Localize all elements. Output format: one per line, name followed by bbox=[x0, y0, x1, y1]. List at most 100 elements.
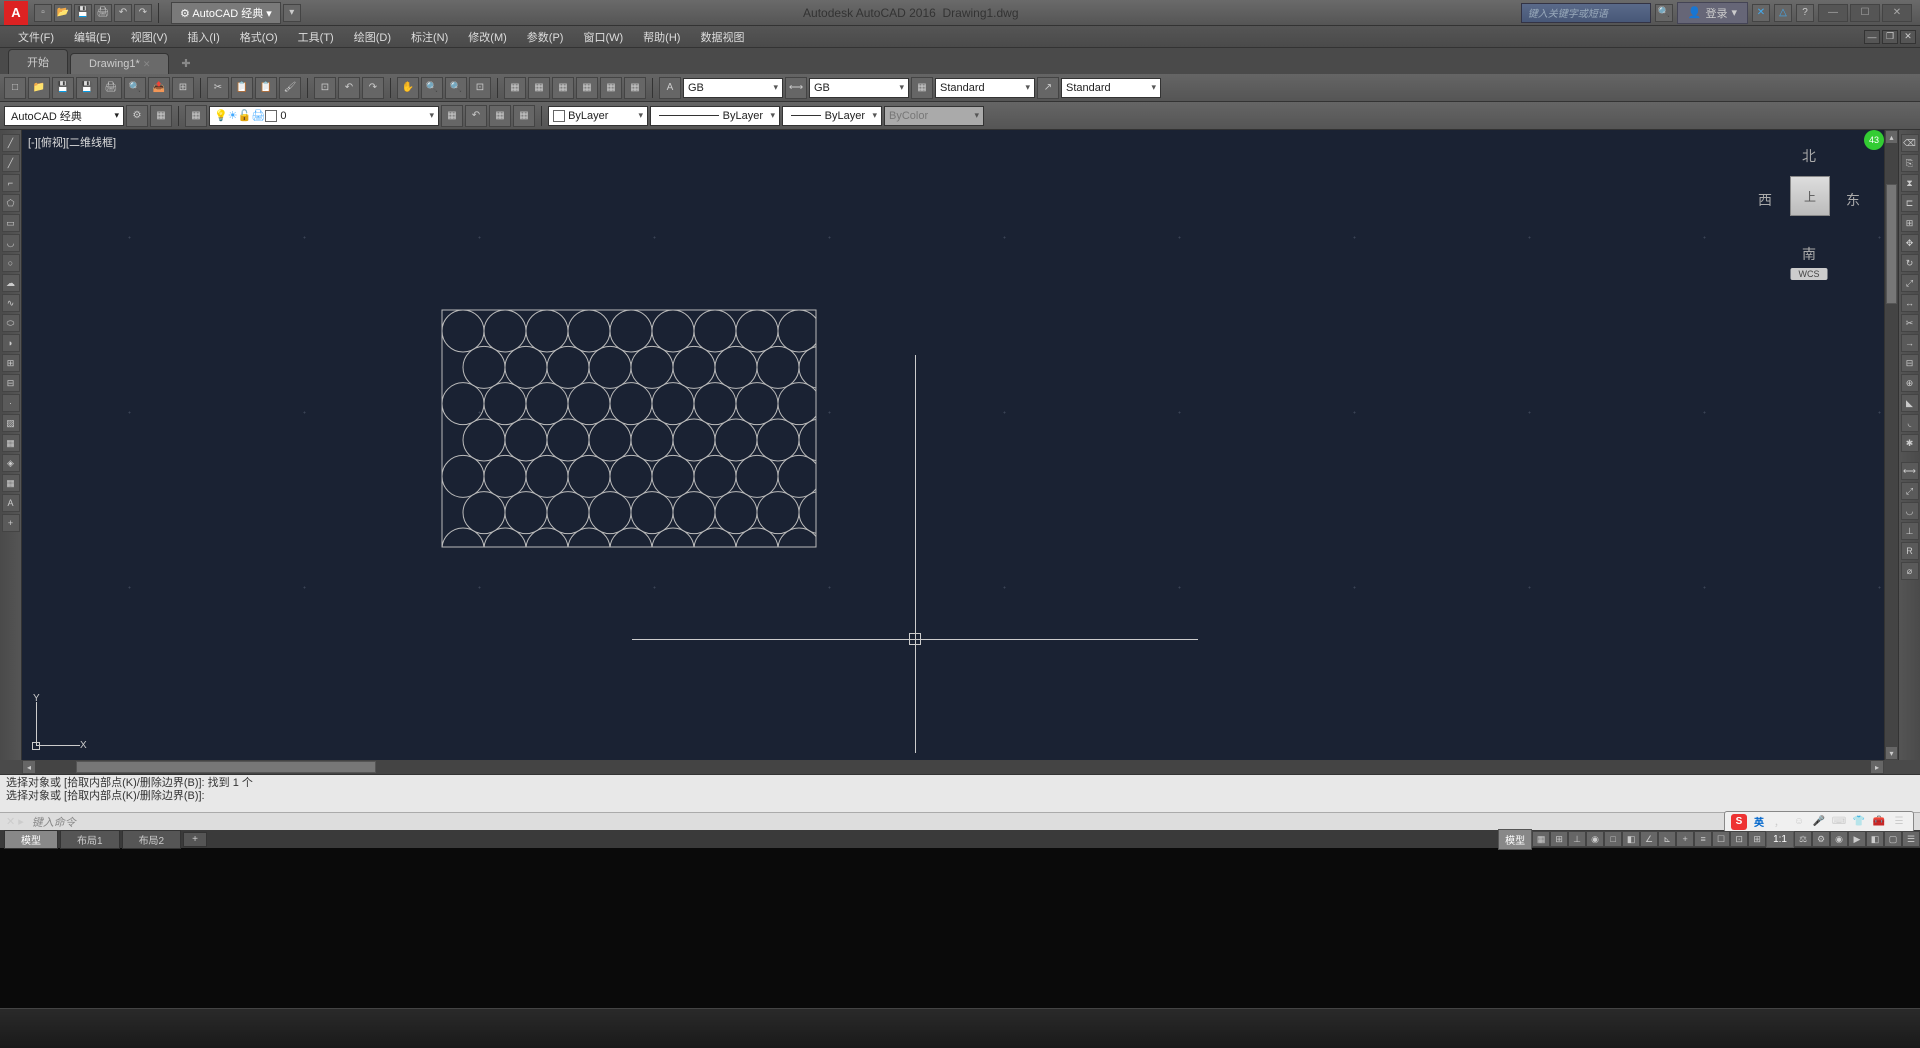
horizontal-scrollbar[interactable]: ◂ ▸ bbox=[22, 760, 1884, 774]
stretch-icon[interactable]: ↔ bbox=[1901, 294, 1919, 312]
tab-drawing1[interactable]: Drawing1* ✕ bbox=[70, 53, 169, 74]
status-ws-icon[interactable]: ⚙ bbox=[1812, 831, 1830, 847]
save-icon[interactable]: 💾 bbox=[52, 77, 74, 99]
mtext-icon[interactable]: A bbox=[2, 494, 20, 512]
status-hwaccel-icon[interactable]: ▶ bbox=[1848, 831, 1866, 847]
undo-button[interactable]: ↶ bbox=[114, 4, 132, 22]
help-icon[interactable]: ? bbox=[1796, 4, 1814, 22]
app-logo[interactable]: A bbox=[4, 1, 28, 25]
scale-icon[interactable]: ⤢ bbox=[1901, 274, 1919, 292]
command-window[interactable]: 选择对象或 [拾取内部点(K)/删除边界(B)]: 找到 1 个 选择对象或 [… bbox=[0, 774, 1920, 812]
menu-parametric[interactable]: 参数(P) bbox=[517, 27, 574, 47]
sheetset-icon[interactable]: ▦ bbox=[576, 77, 598, 99]
doc-close[interactable]: ✕ bbox=[1900, 30, 1916, 44]
makeblock-icon[interactable]: ⊟ bbox=[2, 374, 20, 392]
spline-icon[interactable]: ∿ bbox=[2, 294, 20, 312]
menu-modify[interactable]: 修改(M) bbox=[458, 27, 517, 47]
tab-layout2[interactable]: 布局2 bbox=[122, 830, 182, 849]
status-grid-icon[interactable]: ▦ bbox=[1532, 831, 1550, 847]
undo2-icon[interactable]: ↶ bbox=[338, 77, 360, 99]
textstyle-icon[interactable]: A bbox=[659, 77, 681, 99]
region-icon[interactable]: ◈ bbox=[2, 454, 20, 472]
polyline-icon[interactable]: ⌐ bbox=[2, 174, 20, 192]
status-polar-icon[interactable]: ◉ bbox=[1586, 831, 1604, 847]
status-sc-icon[interactable]: ⊞ bbox=[1748, 831, 1766, 847]
autodesk-360-badge[interactable]: 43 bbox=[1864, 130, 1884, 150]
viewcube-west[interactable]: 西 bbox=[1758, 190, 1772, 210]
arc-icon[interactable]: ◡ bbox=[2, 234, 20, 252]
save-button[interactable]: 💾 bbox=[74, 4, 92, 22]
redo2-icon[interactable]: ↷ bbox=[362, 77, 384, 99]
insertblock-icon[interactable]: ⊞ bbox=[2, 354, 20, 372]
trim-icon[interactable]: ✂ bbox=[1901, 314, 1919, 332]
command-input[interactable]: ✕ ▸ 键入命令 S 英 ， ☺ 🎤 ⌨ 👕 🧰 ☰ bbox=[0, 812, 1920, 830]
scroll-up[interactable]: ▴ bbox=[1885, 130, 1898, 144]
designcenter-icon[interactable]: ▦ bbox=[528, 77, 550, 99]
chamfer-icon[interactable]: ◣ bbox=[1901, 394, 1919, 412]
scroll-right[interactable]: ▸ bbox=[1870, 760, 1884, 774]
markup-icon[interactable]: ▦ bbox=[600, 77, 622, 99]
revcloud-icon[interactable]: ☁ bbox=[2, 274, 20, 292]
matchprop-icon[interactable]: 🖌 bbox=[279, 77, 301, 99]
pan-icon[interactable]: ✋ bbox=[397, 77, 419, 99]
doc-minimize[interactable]: — bbox=[1864, 30, 1880, 44]
dim-arc-icon[interactable]: ◡ bbox=[1901, 502, 1919, 520]
ime-toolbar[interactable]: S 英 ， ☺ 🎤 ⌨ 👕 🧰 ☰ bbox=[1724, 811, 1914, 833]
status-tpy-icon[interactable]: ☐ bbox=[1712, 831, 1730, 847]
new-button[interactable]: ▫ bbox=[34, 4, 52, 22]
doc-restore[interactable]: ❐ bbox=[1882, 30, 1898, 44]
close-button[interactable]: ✕ bbox=[1882, 4, 1912, 22]
layer-manager-icon[interactable]: ▦ bbox=[185, 105, 207, 127]
dim-linear-icon[interactable]: ⟷ bbox=[1901, 462, 1919, 480]
status-ortho-icon[interactable]: ⊥ bbox=[1568, 831, 1586, 847]
status-ducs-icon[interactable]: ⊾ bbox=[1658, 831, 1676, 847]
ime-settings-icon[interactable]: ☰ bbox=[1891, 814, 1907, 830]
menu-view[interactable]: 视图(V) bbox=[121, 27, 178, 47]
workspace-dropdown[interactable]: AutoCAD 经典 bbox=[4, 106, 124, 126]
ime-logo-icon[interactable]: S bbox=[1731, 814, 1747, 830]
vertical-scrollbar[interactable]: ▴ ▾ bbox=[1884, 130, 1898, 760]
dim-ord-icon[interactable]: ⊥ bbox=[1901, 522, 1919, 540]
status-scale[interactable]: 1:1 bbox=[1766, 831, 1794, 848]
zoomwin-icon[interactable]: ⊡ bbox=[469, 77, 491, 99]
layer-iso-icon[interactable]: ▦ bbox=[489, 105, 511, 127]
mirror-icon[interactable]: ⧗ bbox=[1901, 174, 1919, 192]
circle-icon[interactable]: ○ bbox=[2, 254, 20, 272]
tab-add-button[interactable]: ✚ bbox=[171, 53, 200, 74]
tab-add-layout[interactable]: + bbox=[183, 832, 207, 847]
ime-skin-icon[interactable]: 👕 bbox=[1851, 814, 1867, 830]
array-icon[interactable]: ⊞ bbox=[1901, 214, 1919, 232]
viewcube-face[interactable]: 上 bbox=[1790, 176, 1830, 216]
blockeditor-icon[interactable]: ⊡ bbox=[314, 77, 336, 99]
a360-icon[interactable]: △ bbox=[1774, 4, 1792, 22]
extend-icon[interactable]: → bbox=[1901, 334, 1919, 352]
polygon-icon[interactable]: ⬠ bbox=[2, 194, 20, 212]
xline-icon[interactable]: ╱ bbox=[2, 154, 20, 172]
viewcube-east[interactable]: 东 bbox=[1846, 190, 1860, 210]
status-model-label[interactable]: 模型 bbox=[1498, 829, 1532, 850]
menu-dataview[interactable]: 数据视图 bbox=[690, 27, 754, 47]
menu-draw[interactable]: 绘图(D) bbox=[344, 27, 401, 47]
addselected-icon[interactable]: + bbox=[2, 514, 20, 532]
fillet-icon[interactable]: ◟ bbox=[1901, 414, 1919, 432]
workspace-settings-icon[interactable]: ⚙ bbox=[126, 105, 148, 127]
3ddwf-icon[interactable]: ⊞ bbox=[172, 77, 194, 99]
dimstyle-icon[interactable]: ⟷ bbox=[785, 77, 807, 99]
drawing-canvas[interactable]: [-][俯视][二维线框] 北 西 上 东 南 WCS bbox=[22, 130, 1884, 760]
ime-smile-icon[interactable]: ☺ bbox=[1791, 814, 1807, 830]
move-icon[interactable]: ✥ bbox=[1901, 234, 1919, 252]
layer-prev-icon[interactable]: ↶ bbox=[465, 105, 487, 127]
tab-layout1[interactable]: 布局1 bbox=[60, 830, 120, 849]
textstyle-dropdown[interactable]: GB bbox=[683, 78, 783, 98]
toolpalette-icon[interactable]: ▦ bbox=[552, 77, 574, 99]
dim-radius-icon[interactable]: R bbox=[1901, 542, 1919, 560]
rectangle-icon[interactable]: ▭ bbox=[2, 214, 20, 232]
scroll-down[interactable]: ▾ bbox=[1885, 746, 1898, 760]
mleaderstyle-dropdown[interactable]: Standard bbox=[1061, 78, 1161, 98]
join-icon[interactable]: ⊕ bbox=[1901, 374, 1919, 392]
viewcube[interactable]: 北 西 上 东 南 WCS bbox=[1754, 140, 1864, 280]
menu-dimension[interactable]: 标注(N) bbox=[401, 27, 458, 47]
ellipsearc-icon[interactable]: ◗ bbox=[2, 334, 20, 352]
paste-icon[interactable]: 📋 bbox=[255, 77, 277, 99]
saveall-icon[interactable]: 💾 bbox=[76, 77, 98, 99]
